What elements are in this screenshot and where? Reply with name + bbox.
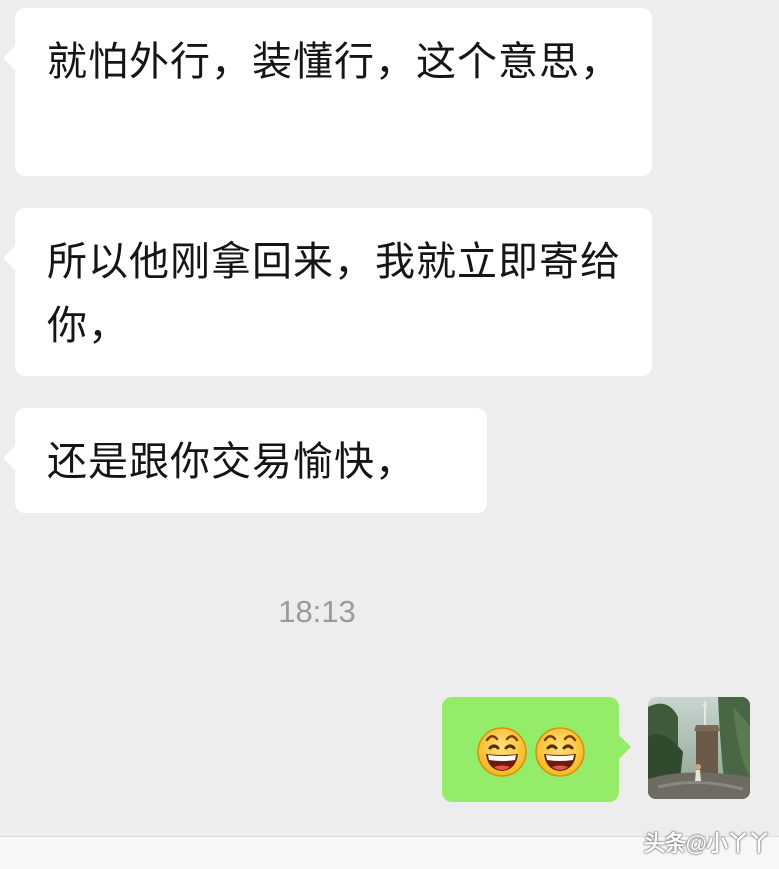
sent-message-bubble[interactable] [442, 697, 631, 802]
received-message-bubble[interactable]: 所以他刚拿回来，我就立即寄给你， [3, 208, 652, 376]
user-avatar[interactable] [648, 697, 750, 799]
grinning-face-emoji-icon [475, 723, 529, 777]
received-message-bubble[interactable]: 就怕外行，装懂行，这个意思， [3, 8, 652, 176]
message-text: 就怕外行，装懂行，这个意思， [47, 39, 621, 85]
message-text: 还是跟你交易愉快， [47, 439, 416, 485]
message-timestamp: 18:13 [278, 594, 356, 629]
received-message-bubble[interactable]: 还是跟你交易愉快， [3, 408, 487, 513]
watermark: 头条@小丫丫 [643, 831, 770, 856]
message-text: 所以他刚拿回来，我就立即寄给你， [47, 239, 621, 349]
grinning-face-emoji-icon [533, 723, 587, 777]
